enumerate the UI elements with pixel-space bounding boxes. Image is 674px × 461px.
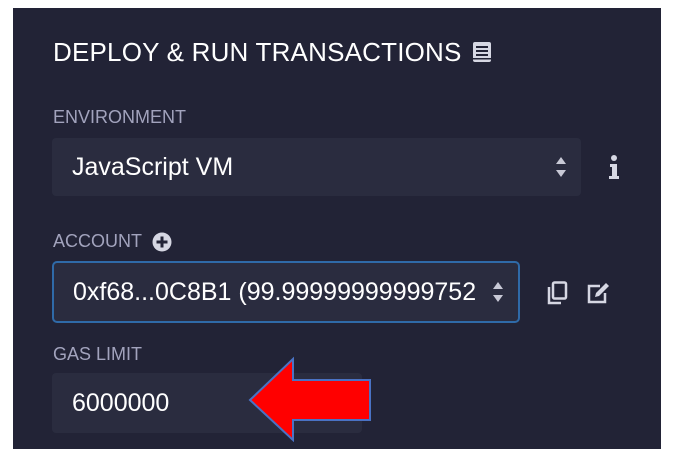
plus-circle-icon[interactable] bbox=[152, 232, 172, 252]
select-arrows-icon bbox=[556, 157, 566, 177]
account-value: 0xf68...0C8B1 (99.99999999999752 bbox=[73, 277, 477, 306]
gas-limit-value: 6000000 bbox=[72, 388, 170, 417]
environment-label-text: ENVIRONMENT bbox=[53, 107, 187, 127]
environment-value: JavaScript VM bbox=[72, 152, 234, 181]
book-icon[interactable] bbox=[472, 41, 492, 63]
copy-icon[interactable] bbox=[546, 281, 568, 305]
account-label-text: ACCOUNT bbox=[53, 231, 142, 251]
gas-limit-label: GAS LIMIT bbox=[53, 344, 142, 365]
panel-title: DEPLOY & RUN TRANSACTIONS bbox=[53, 36, 462, 67]
environment-label: ENVIRONMENT bbox=[53, 107, 186, 128]
account-label: ACCOUNT bbox=[53, 231, 172, 252]
panel-header: DEPLOY & RUN TRANSACTIONS bbox=[53, 34, 492, 70]
annotation-arrow bbox=[248, 356, 371, 442]
environment-select[interactable]: JavaScript VM bbox=[52, 138, 581, 196]
edit-icon[interactable] bbox=[586, 282, 610, 304]
select-arrows-icon bbox=[493, 282, 503, 302]
info-icon[interactable] bbox=[607, 154, 621, 180]
account-select[interactable]: 0xf68...0C8B1 (99.99999999999752 bbox=[52, 261, 520, 323]
gas-limit-label-text: GAS LIMIT bbox=[53, 344, 143, 364]
